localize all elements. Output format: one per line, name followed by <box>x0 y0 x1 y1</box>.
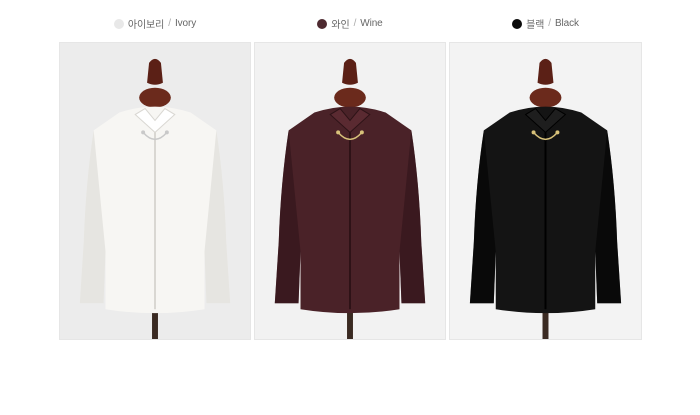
color-name-en: Ivory <box>174 18 197 29</box>
color-name-ko: 블랙 <box>526 20 545 31</box>
color-swatch <box>317 18 328 29</box>
color-name-en: Black <box>554 18 579 29</box>
color-separator: / <box>353 18 357 29</box>
color-swatch <box>113 18 124 29</box>
color-separator: / <box>168 18 171 29</box>
product-photo-black <box>449 42 642 340</box>
color-separator: / <box>548 18 551 29</box>
color-swatch <box>512 18 523 29</box>
color-label: 아이보리 / Ivory <box>59 16 251 31</box>
color-name-en: Wine <box>360 18 383 29</box>
product-photo-wine <box>254 42 446 340</box>
color-label: 블랙 / Black <box>449 16 642 31</box>
color-name-ko: 아이보리 <box>127 20 165 31</box>
color-name-ko: 와인 <box>331 20 350 31</box>
color-label: 와인 / Wine <box>254 16 446 31</box>
product-photo-ivory <box>59 42 251 340</box>
